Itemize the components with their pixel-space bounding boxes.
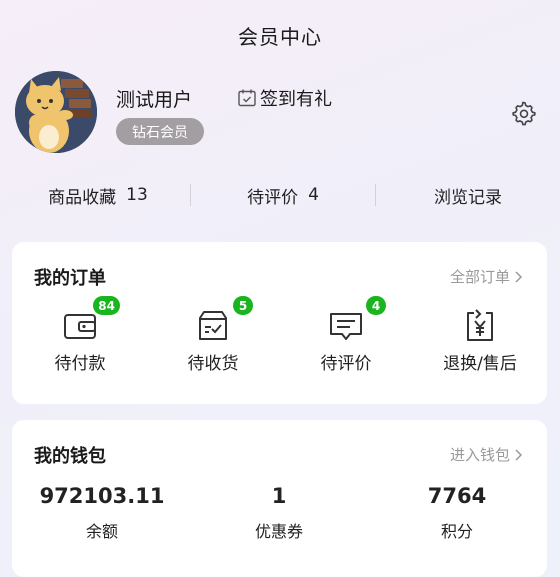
to-review-label: 待评价 [247,187,299,208]
order-pending-receipt[interactable]: 5 待收货 [153,296,273,378]
order-label: 待收货 [187,354,239,374]
order-label: 退换/售后 [443,354,517,374]
points-item[interactable]: 7764 积分 [367,484,547,542]
username: 测试用户 [116,89,193,111]
order-badge: 4 [366,296,386,315]
package-icon: 5 [195,296,253,344]
favorites-label: 商品收藏 [48,187,117,208]
coupon-item[interactable]: 1 优惠券 [189,484,369,542]
checkin-label: 签到有礼 [260,89,332,110]
history-stat[interactable]: 浏览记录 [376,183,560,208]
favorites-stat[interactable]: 商品收藏 13 [0,183,190,208]
comment-icon: 4 [328,296,386,344]
avatar-image [15,71,97,153]
chevron-right-icon [515,270,523,283]
all-orders-label: 全部订单 [449,268,510,286]
profile-section: 测试用户 签到有礼 钻石会员 [15,71,545,155]
order-pending-payment[interactable]: 84 待付款 [20,296,140,378]
enter-wallet-link[interactable]: 进入钱包 [450,444,523,465]
order-badge: 5 [233,296,253,315]
enter-wallet-label: 进入钱包 [449,446,510,464]
chevron-right-icon [515,448,523,461]
favorites-count: 13 [126,185,148,205]
balance-value: 972103.11 [39,484,165,508]
avatar[interactable] [15,71,97,153]
history-label: 浏览记录 [434,187,502,208]
to-review-stat[interactable]: 待评价 4 [191,183,375,208]
orders-card: 我的订单 全部订单 84 待付款 5 待收货 4 待评价 退换/售后 [12,242,547,404]
vip-badge-label: 钻石会员 [132,124,188,141]
settings-button[interactable] [511,101,537,127]
vip-badge: 钻石会员 [116,118,204,145]
all-orders-link[interactable]: 全部订单 [450,266,523,287]
order-refund[interactable]: 退换/售后 [420,308,540,378]
page-title: 会员中心 [238,24,322,49]
wallet-card: 我的钱包 进入钱包 972103.11 余额 1 优惠券 7764 积分 [12,420,547,577]
to-review-count: 4 [308,185,319,205]
wallet-title: 我的钱包 [34,446,106,467]
balance-item[interactable]: 972103.11 余额 [12,484,192,542]
refund-icon [462,308,498,344]
checkin-button[interactable]: 签到有礼 [237,85,332,111]
calendar-check-icon [238,89,256,107]
coupon-label: 优惠券 [254,522,303,541]
orders-title: 我的订单 [34,268,106,289]
coupon-value: 1 [271,484,287,508]
stats-bar: 商品收藏 13 待评价 4 浏览记录 [0,178,560,212]
order-badge: 84 [93,296,120,315]
points-value: 7764 [427,484,487,508]
balance-label: 余额 [85,522,118,541]
points-label: 积分 [440,522,473,541]
order-pending-review[interactable]: 4 待评价 [286,296,406,378]
order-label: 待评价 [320,354,372,374]
gear-icon [512,101,536,126]
wallet-icon: 84 [62,296,120,344]
order-label: 待付款 [54,354,106,374]
page-header: 会员中心 [0,0,560,70]
